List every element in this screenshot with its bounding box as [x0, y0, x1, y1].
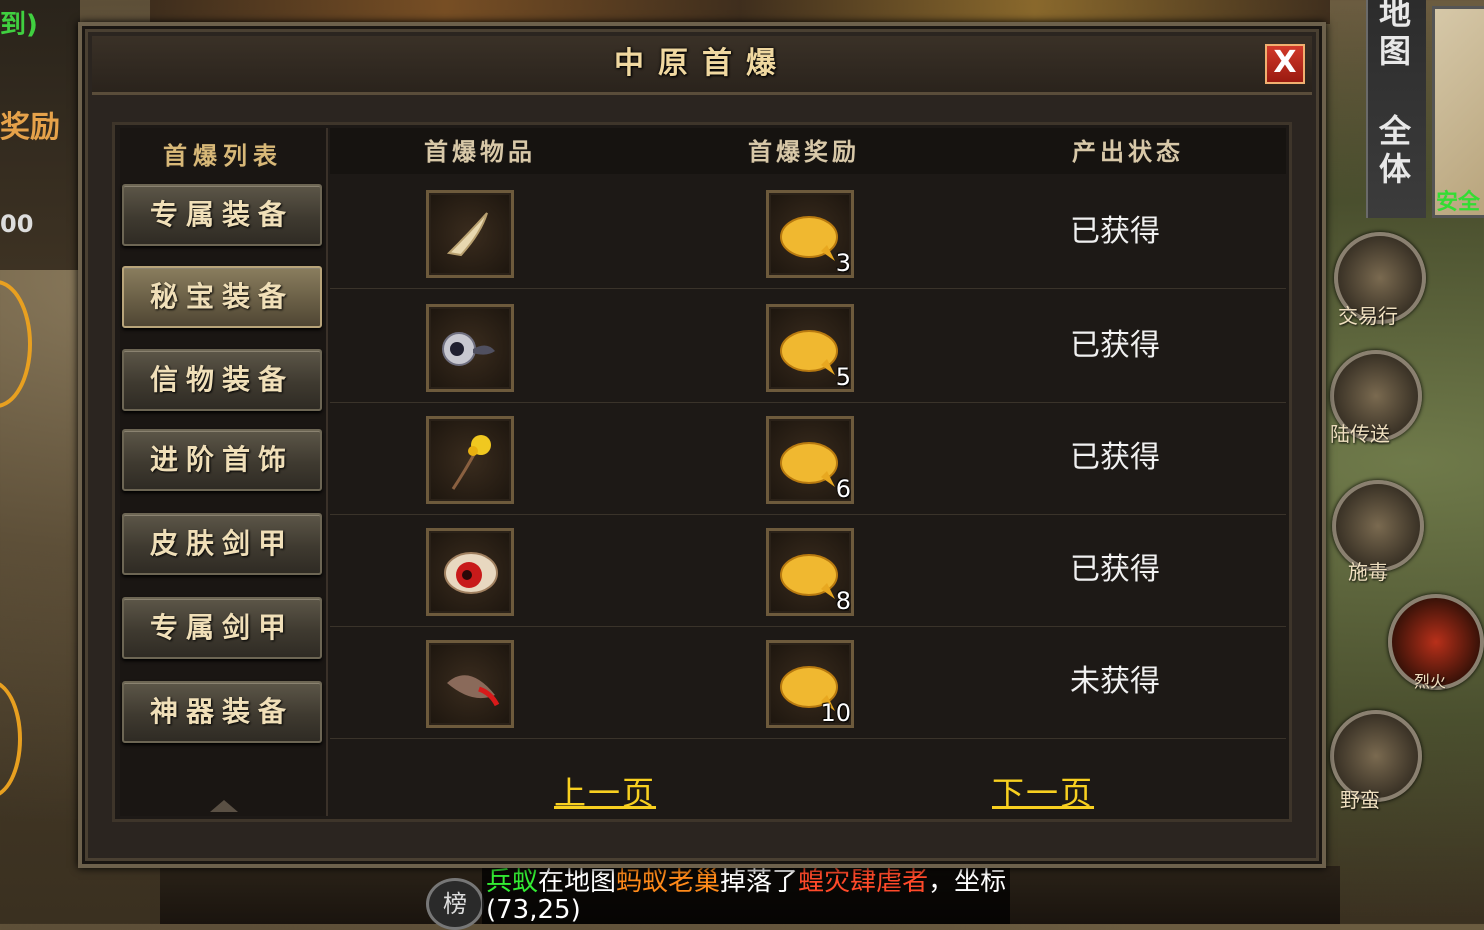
table-row: 3 已获得: [330, 176, 1286, 289]
category-treasure-equipment[interactable]: 秘宝装备: [122, 266, 322, 328]
previous-page-link[interactable]: 上一页: [554, 768, 656, 814]
category-artifact-equipment[interactable]: 神器装备: [122, 681, 322, 743]
feather-icon: [447, 675, 500, 707]
left-fragment-text-1: 到): [0, 10, 38, 40]
barbarian-skill-label: 野蛮: [1340, 788, 1380, 812]
all-chat-button[interactable]: 全体: [1366, 112, 1424, 188]
reward-count: 5: [835, 363, 851, 391]
poison-skill-label: 施毒: [1348, 560, 1388, 584]
eyeball-icon: [442, 332, 495, 366]
drop-status: 已获得: [1070, 214, 1160, 249]
category-list-header: 首爆列表: [163, 142, 283, 170]
close-button[interactable]: X: [1265, 44, 1305, 84]
category-token-equipment[interactable]: 信物装备: [122, 349, 322, 411]
category-exclusive-equipment[interactable]: 专属装备: [122, 184, 322, 246]
reward-count: 6: [835, 475, 851, 503]
left-fragment-text-3: 00: [0, 210, 34, 238]
dialog-title-bar: 中原首爆: [92, 36, 1312, 95]
reward-slot[interactable]: 8: [766, 528, 854, 616]
scroll-up-arrow-icon[interactable]: [210, 800, 238, 812]
dialog-title: 中原首爆: [614, 46, 790, 81]
top-hud-strip: [150, 0, 1330, 24]
claw-icon: [446, 212, 488, 257]
chat-text: 在地图: [538, 868, 617, 897]
reward-slot[interactable]: 10: [766, 640, 854, 728]
safe-zone-label: 安全: [1436, 190, 1481, 215]
reward-count: 10: [820, 699, 851, 727]
golden-flower-icon: [451, 435, 491, 490]
map-button[interactable]: 地图: [1366, 0, 1424, 70]
item-slot[interactable]: [426, 640, 514, 728]
chat-map-name: 蚂蚁老巢: [616, 868, 721, 897]
item-slot[interactable]: [426, 528, 514, 616]
ranking-button[interactable]: 榜: [426, 878, 484, 930]
item-slot[interactable]: [426, 416, 514, 504]
table-row: 8 已获得: [330, 514, 1286, 627]
table-row: 5 已获得: [330, 290, 1286, 403]
table-header: 首爆物品 首爆奖励 产出状态: [330, 128, 1286, 174]
trade-label: 交易行: [1338, 304, 1398, 328]
fire-skill-label: 烈火: [1414, 672, 1447, 691]
system-chat-message: 兵蚁在地图蚂蚁老巢掉落了蝗灾肆虐者，坐标(73,25): [482, 868, 1010, 924]
column-header-reward: 首爆奖励: [748, 138, 860, 166]
reward-count: 3: [835, 249, 851, 277]
chat-item-name: 蝗灾肆虐者: [798, 868, 929, 897]
table-row: 6 已获得: [330, 402, 1286, 515]
chat-monster-name: 兵蚁: [486, 868, 539, 897]
column-header-item: 首爆物品: [424, 138, 536, 166]
reward-count: 8: [835, 587, 851, 615]
drop-status: 已获得: [1070, 440, 1160, 475]
reward-slot[interactable]: 5: [766, 304, 854, 392]
left-fragment-text-2: 奖励: [0, 110, 60, 145]
drop-status: 已获得: [1070, 328, 1160, 363]
skill-ring[interactable]: [0, 280, 32, 408]
category-skin-sword-armor[interactable]: 皮肤剑甲: [122, 513, 322, 575]
chat-text: 掉落了: [720, 868, 799, 897]
next-page-link[interactable]: 下一页: [992, 768, 1094, 814]
table-row: 10 未获得: [330, 626, 1286, 739]
category-exclusive-sword-armor[interactable]: 专属剑甲: [122, 597, 322, 659]
reward-slot[interactable]: 6: [766, 416, 854, 504]
column-header-status: 产出状态: [1072, 138, 1184, 166]
drop-status: 未获得: [1070, 664, 1160, 699]
item-slot[interactable]: [426, 304, 514, 392]
red-eye-icon: [444, 552, 498, 594]
reward-slot[interactable]: 3: [766, 190, 854, 278]
teleport-label: 陆传送: [1330, 422, 1390, 446]
category-advanced-jewelry[interactable]: 进阶首饰: [122, 429, 322, 491]
drop-status: 已获得: [1070, 552, 1160, 587]
skill-ring[interactable]: [0, 680, 22, 798]
item-slot[interactable]: [426, 190, 514, 278]
